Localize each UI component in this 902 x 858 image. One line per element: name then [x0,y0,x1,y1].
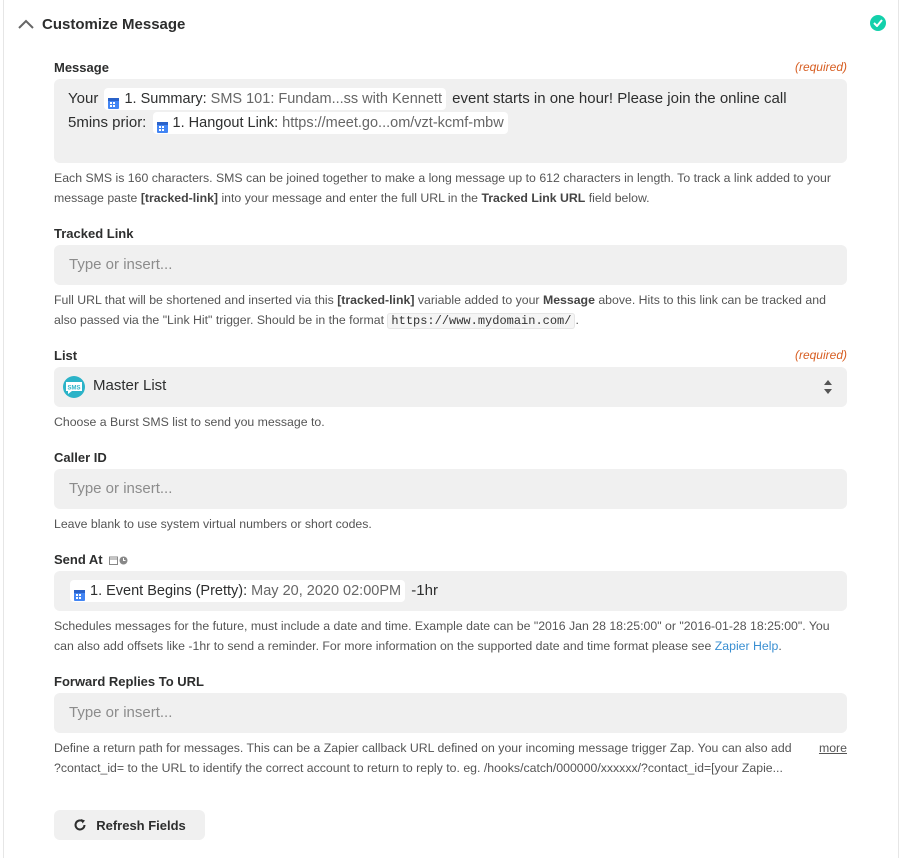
calendar-small-icon [109,556,119,566]
zapier-help-link[interactable]: Zapier Help [715,639,779,653]
caller-id-help: Leave blank to use system virtual number… [54,517,372,531]
hangout-link-token[interactable]: 1. Hangout Link: https://meet.go...om/vz… [152,112,508,135]
message-text-segment: 5mins prior: [68,114,147,131]
burst-sms-icon: SMS [62,376,86,398]
forward-replies-help: Define a return path for messages. This … [54,738,847,778]
customize-message-panel: Customize Message Message (required) You… [3,0,899,858]
refresh-fields-button[interactable]: Refresh Fields [54,810,205,840]
caller-id-input[interactable]: Type or insert... [54,469,847,509]
message-required: (required) [794,60,847,74]
list-label: List [54,348,78,363]
clock-small-icon [119,556,128,565]
message-help: Each SMS is 160 characters. SMS can be j… [54,171,831,205]
caller-id-label: Caller ID [54,450,107,465]
send-at-suffix: -1hr [411,582,438,599]
token-key: 1. Hangout Link: [172,115,279,132]
message-input[interactable]: Your 1. Summary: SMS 101: Fundam...ss wi… [54,79,847,163]
tracked-link-label: Tracked Link [54,226,134,241]
forward-replies-label: Forward Replies To URL [54,674,204,689]
message-text-segment: Your [68,90,99,107]
tracked-link-input[interactable]: Type or insert... [54,245,847,285]
send-at-help: Schedules messages for the future, must … [54,619,830,653]
event-begins-token[interactable]: 1. Event Begins (Pretty): May 20, 2020 0… [70,580,406,603]
token-key: 1. Event Begins (Pretty): [90,583,248,600]
forward-replies-input[interactable]: Type or insert... [54,693,847,733]
tracked-link-placeholder: Type or insert... [69,256,173,273]
chevron-up-icon[interactable] [16,14,36,34]
list-required: (required) [794,348,847,362]
send-at-input[interactable]: 1. Event Begins (Pretty): May 20, 2020 0… [54,571,847,611]
calendar-icon [74,585,85,602]
caller-id-placeholder: Type or insert... [69,480,173,497]
more-link[interactable]: more [819,738,847,758]
refresh-icon [74,819,86,831]
refresh-fields-label: Refresh Fields [96,817,186,833]
token-value: https://meet.go...om/vzt-kcmf-mbw [282,115,504,132]
check-circle-icon [870,15,886,31]
token-value: May 20, 2020 02:00PM [251,583,402,600]
calendar-icon [156,117,168,134]
message-text-segment: event starts in one hour! Please join th… [452,90,787,107]
section-title: Customize Message [42,15,186,33]
sort-arrows-icon [823,378,833,396]
summary-token[interactable]: 1. Summary: SMS 101: Fundam...ss with Ke… [104,88,446,111]
svg-text:SMS: SMS [67,386,80,392]
message-label: Message [54,60,109,75]
send-at-label: Send At [54,552,103,567]
token-value: SMS 101: Fundam...ss with Kennett [210,91,442,108]
list-select[interactable]: SMS Master List [54,367,847,407]
section-header[interactable]: Customize Message [16,10,886,38]
list-selected-value: Master List [93,377,167,394]
token-key: 1. Summary: [124,91,207,108]
list-help: Choose a Burst SMS list to send you mess… [54,415,325,429]
tracked-link-help: Full URL that will be shortened and inse… [54,293,826,329]
send-at-label-wrap: Send At [54,552,128,567]
forward-replies-placeholder: Type or insert... [69,704,173,721]
calendar-icon [108,93,120,110]
